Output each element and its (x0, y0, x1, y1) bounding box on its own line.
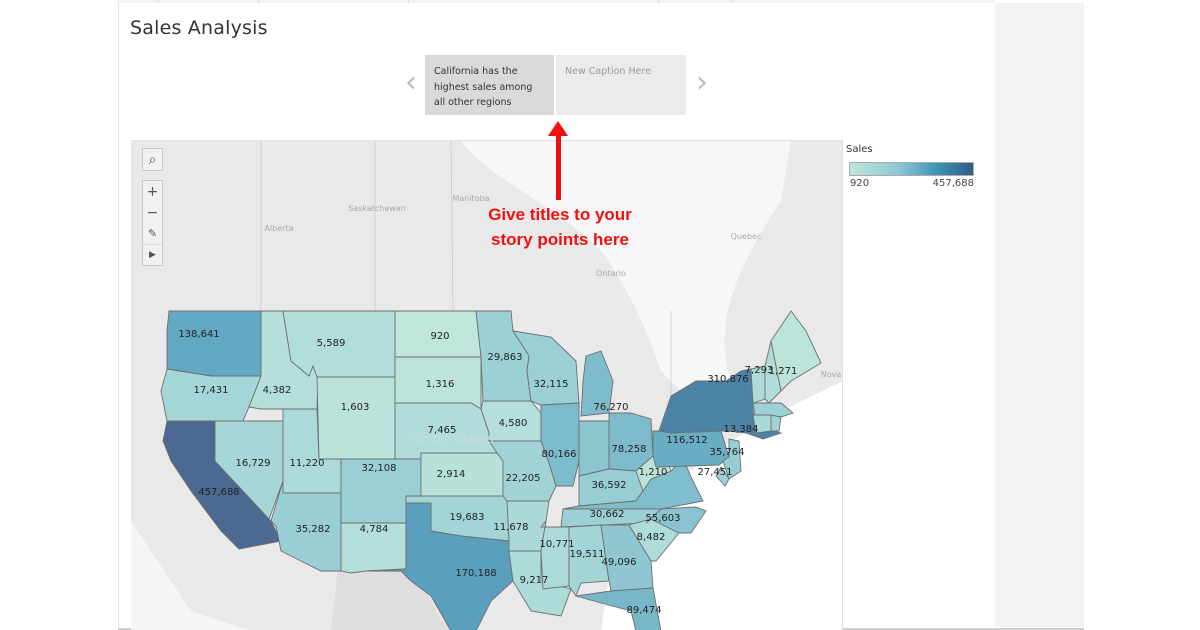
geo-label-saskatchewan: Saskatchewan (348, 204, 406, 213)
state-value-label: 76,270 (594, 402, 629, 413)
state-value-label: 19,683 (450, 512, 485, 523)
state-value-label: 11,678 (494, 522, 529, 533)
state-indiana[interactable] (578, 420, 610, 477)
state-value-label: 170,188 (455, 568, 496, 579)
minus-icon[interactable]: − (143, 202, 162, 223)
state-value-label: 5,589 (317, 338, 346, 349)
chevron-left-icon: ‹ (405, 65, 417, 100)
annotation-arrow-head (548, 121, 568, 136)
annotation-callout: Give titles to your story points here (460, 202, 660, 252)
geo-label-quebec: Quebec (731, 232, 762, 241)
state-value-label: 32,115 (534, 379, 569, 390)
state-value-label: 2,914 (437, 469, 466, 480)
chevron-right-icon: › (696, 65, 708, 100)
state-value-label: 55,603 (646, 513, 681, 524)
state-value-label: 13,384 (724, 424, 759, 435)
state-wyoming[interactable] (316, 376, 396, 460)
geo-label-alberta: Alberta (264, 224, 293, 233)
state-value-label: 27,451 (698, 467, 733, 478)
state-value-label: 4,580 (499, 418, 528, 429)
plus-icon[interactable]: + (143, 181, 162, 202)
story-prev-button[interactable]: ‹ (401, 68, 421, 102)
state-value-label: 9,217 (520, 575, 549, 586)
pin-icon[interactable]: ✎ (143, 223, 162, 244)
story-point-1[interactable]: California has the highest sales among a… (425, 55, 554, 115)
state-value-label: 49,096 (602, 557, 637, 568)
right-side-panel (995, 3, 1084, 627)
state-value-label: 78,258 (612, 444, 647, 455)
page-title: Sales Analysis (130, 17, 268, 39)
legend-min-value: 920 (850, 178, 870, 189)
map-search-control[interactable]: ⌕ (142, 148, 163, 171)
state-value-label: 29,863 (488, 352, 523, 363)
state-value-label: 1,210 (639, 467, 668, 478)
state-value-label: 36,592 (592, 480, 627, 491)
state-value-label: 920 (430, 331, 449, 342)
search-icon[interactable]: ⌕ (143, 149, 162, 170)
annotation-line-1: Give titles to your (488, 205, 632, 224)
state-value-label: 89,474 (627, 605, 662, 616)
geo-label-united-states: United States (412, 432, 493, 446)
geo-label-ontario: Ontario (596, 269, 626, 278)
state-value-label: 22,205 (506, 473, 541, 484)
state-value-label: 8,482 (637, 532, 666, 543)
legend-color-ramp (849, 162, 974, 176)
state-value-label: 17,431 (194, 385, 229, 396)
state-value-label: 4,382 (263, 385, 292, 396)
story-point-caption: New Caption Here (565, 66, 651, 77)
state-value-label: 80,166 (542, 449, 577, 460)
legend-max-value: 457,688 (932, 178, 974, 189)
state-value-label: 138,641 (178, 329, 219, 340)
map-zoom-controls: + − ✎ ▶ (142, 180, 163, 266)
state-value-label: 457,688 (198, 487, 239, 498)
story-point-caption: California has the highest sales among a… (434, 66, 533, 108)
state-value-label: 16,729 (236, 458, 271, 469)
state-maine[interactable] (770, 310, 822, 392)
state-value-label: 32,108 (362, 463, 397, 474)
state-rhode-island[interactable] (770, 414, 782, 432)
state-value-label: 19,511 (570, 549, 605, 560)
story-next-button[interactable]: › (692, 68, 712, 102)
state-value-label: 35,764 (710, 447, 745, 458)
state-value-label: 30,662 (590, 509, 625, 520)
state-value-label: 1,271 (769, 366, 798, 377)
legend-title: Sales (846, 144, 873, 155)
state-washington[interactable] (166, 310, 262, 377)
state-value-label: 310,876 (707, 374, 748, 385)
annotation-arrow-shaft (556, 135, 561, 200)
state-value-label: 4,784 (360, 524, 389, 535)
annotation-line-2: story points here (491, 230, 629, 249)
state-value-label: 35,282 (296, 524, 331, 535)
play-icon[interactable]: ▶ (143, 244, 162, 265)
state-value-label: 1,316 (426, 379, 455, 390)
state-value-label: 116,512 (666, 435, 707, 446)
state-value-label: 1,603 (341, 402, 370, 413)
story-point-2[interactable]: New Caption Here (556, 55, 686, 115)
province-border (450, 141, 454, 312)
state-value-label: 11,220 (290, 458, 325, 469)
geo-label-nova: Nova (821, 370, 842, 379)
